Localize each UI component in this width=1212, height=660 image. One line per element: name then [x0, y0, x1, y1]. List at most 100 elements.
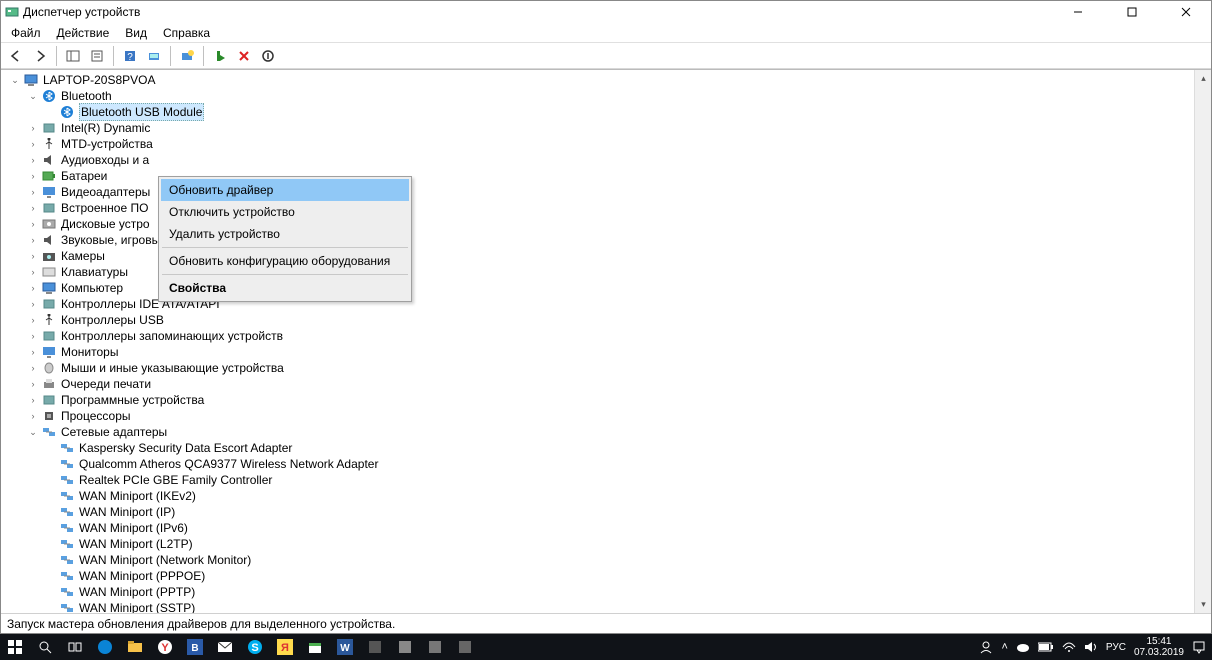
help-button[interactable]: ? — [119, 45, 141, 67]
context-menu-item[interactable]: Обновить конфигурацию оборудования — [161, 250, 409, 272]
expand-icon[interactable]: › — [27, 298, 39, 310]
minimize-button[interactable] — [1061, 2, 1095, 22]
expand-icon[interactable]: › — [27, 250, 39, 262]
taskbar-vk-icon[interactable]: B — [180, 634, 210, 660]
tree-node[interactable]: WAN Miniport (IPv6) — [5, 520, 1194, 536]
menu-view[interactable]: Вид — [117, 24, 155, 42]
tray-volume-icon[interactable] — [1084, 641, 1098, 653]
tree-node[interactable]: ›Мыши и иные указывающие устройства — [5, 360, 1194, 376]
tray-people-icon[interactable] — [979, 640, 993, 654]
tree-node[interactable]: ›Контроллеры запоминающих устройств — [5, 328, 1194, 344]
search-button[interactable] — [30, 634, 60, 660]
expand-icon[interactable]: › — [27, 266, 39, 278]
context-menu-item[interactable]: Отключить устройство — [161, 201, 409, 223]
expand-icon[interactable]: › — [27, 362, 39, 374]
uninstall-device-button[interactable] — [233, 45, 255, 67]
taskbar-explorer-icon[interactable] — [120, 634, 150, 660]
expand-icon[interactable]: › — [27, 122, 39, 134]
tree-node[interactable]: ›Программные устройства — [5, 392, 1194, 408]
tree-node[interactable]: WAN Miniport (IP) — [5, 504, 1194, 520]
scan-hardware-button[interactable] — [143, 45, 165, 67]
tree-node[interactable]: Bluetooth USB Module — [5, 104, 1194, 120]
expand-icon[interactable]: › — [27, 394, 39, 406]
expand-icon[interactable]: › — [27, 282, 39, 294]
taskbar-app2-icon[interactable] — [390, 634, 420, 660]
taskbar-app3-icon[interactable] — [420, 634, 450, 660]
context-menu-item[interactable]: Обновить драйвер — [161, 179, 409, 201]
menu-file[interactable]: Файл — [3, 24, 49, 42]
tray-chevron-up-icon[interactable]: ˄ — [1001, 641, 1007, 653]
tray-cloud-icon[interactable] — [1016, 642, 1030, 652]
storage-icon — [41, 329, 57, 343]
taskbar-app4-icon[interactable] — [450, 634, 480, 660]
expand-icon[interactable]: › — [27, 314, 39, 326]
tray-clock[interactable]: 15:41 07.03.2019 — [1134, 636, 1184, 658]
taskbar-app-icon[interactable] — [360, 634, 390, 660]
expand-icon[interactable]: › — [27, 378, 39, 390]
expand-icon[interactable]: › — [27, 170, 39, 182]
update-driver-button[interactable] — [176, 45, 198, 67]
task-view-button[interactable] — [60, 634, 90, 660]
forward-button[interactable] — [29, 45, 51, 67]
tray-notifications-icon[interactable] — [1192, 640, 1206, 654]
tree-node[interactable]: ›Контроллеры USB — [5, 312, 1194, 328]
taskbar-mail-icon[interactable] — [210, 634, 240, 660]
tree-node[interactable]: ›Процессоры — [5, 408, 1194, 424]
expand-icon[interactable]: › — [27, 218, 39, 230]
enable-device-button[interactable] — [209, 45, 231, 67]
tree-node[interactable]: ›Аудиовходы и а — [5, 152, 1194, 168]
tree-node[interactable]: ⌄LAPTOP-20S8PVOA — [5, 72, 1194, 88]
tree-node[interactable]: WAN Miniport (PPPOE) — [5, 568, 1194, 584]
tree-node[interactable]: WAN Miniport (Network Monitor) — [5, 552, 1194, 568]
tree-node[interactable]: ›MTD-устройства — [5, 136, 1194, 152]
properties-button[interactable] — [86, 45, 108, 67]
menu-help[interactable]: Справка — [155, 24, 218, 42]
tree-node-label: Bluetooth USB Module — [79, 103, 204, 121]
tray-language[interactable]: РУС — [1106, 642, 1126, 653]
tree-node[interactable]: ›Intel(R) Dynamic — [5, 120, 1194, 136]
tree-node[interactable]: ›Мониторы — [5, 344, 1194, 360]
taskbar-word-icon[interactable]: W — [330, 634, 360, 660]
tree-node[interactable]: Kaspersky Security Data Escort Adapter — [5, 440, 1194, 456]
taskbar-skype-icon[interactable]: S — [240, 634, 270, 660]
collapse-icon[interactable]: ⌄ — [27, 90, 39, 102]
disable-device-button[interactable] — [257, 45, 279, 67]
menu-action[interactable]: Действие — [49, 24, 118, 42]
maximize-button[interactable] — [1115, 2, 1149, 22]
close-button[interactable] — [1169, 2, 1203, 22]
tree-node[interactable]: WAN Miniport (L2TP) — [5, 536, 1194, 552]
scroll-up-button[interactable]: ▴ — [1195, 70, 1211, 87]
tree-node[interactable]: ⌄Bluetooth — [5, 88, 1194, 104]
back-button[interactable] — [5, 45, 27, 67]
tree-node[interactable]: WAN Miniport (IKEv2) — [5, 488, 1194, 504]
taskbar-yandex-icon[interactable]: Y — [150, 634, 180, 660]
tree-node[interactable]: Qualcomm Atheros QCA9377 Wireless Networ… — [5, 456, 1194, 472]
start-button[interactable] — [0, 634, 30, 660]
context-menu-item[interactable]: Удалить устройство — [161, 223, 409, 245]
tree-node[interactable]: WAN Miniport (PPTP) — [5, 584, 1194, 600]
vertical-scrollbar[interactable]: ▴ ▾ — [1194, 70, 1211, 613]
tree-node[interactable]: WAN Miniport (SSTP) — [5, 600, 1194, 613]
taskbar-edge-icon[interactable] — [90, 634, 120, 660]
tree-node[interactable]: ⌄Сетевые адаптеры — [5, 424, 1194, 440]
tray-battery-icon[interactable] — [1038, 642, 1054, 652]
taskbar-store-icon[interactable] — [300, 634, 330, 660]
tray-wifi-icon[interactable] — [1062, 641, 1076, 653]
context-menu-item[interactable]: Свойства — [161, 277, 409, 299]
expand-icon[interactable]: › — [27, 346, 39, 358]
collapse-icon[interactable]: ⌄ — [27, 426, 39, 438]
collapse-icon[interactable]: ⌄ — [9, 74, 21, 86]
device-tree[interactable]: ⌄LAPTOP-20S8PVOA⌄BluetoothBluetooth USB … — [1, 70, 1194, 613]
expand-icon[interactable]: › — [27, 186, 39, 198]
show-hide-tree-button[interactable] — [62, 45, 84, 67]
taskbar-yandex2-icon[interactable]: Я — [270, 634, 300, 660]
tree-node[interactable]: Realtek PCIe GBE Family Controller — [5, 472, 1194, 488]
expand-icon[interactable]: › — [27, 202, 39, 214]
scroll-down-button[interactable]: ▾ — [1195, 596, 1211, 613]
expand-icon[interactable]: › — [27, 138, 39, 150]
expand-icon[interactable]: › — [27, 330, 39, 342]
expand-icon[interactable]: › — [27, 234, 39, 246]
tree-node[interactable]: ›Очереди печати — [5, 376, 1194, 392]
expand-icon[interactable]: › — [27, 154, 39, 166]
expand-icon[interactable]: › — [27, 410, 39, 422]
